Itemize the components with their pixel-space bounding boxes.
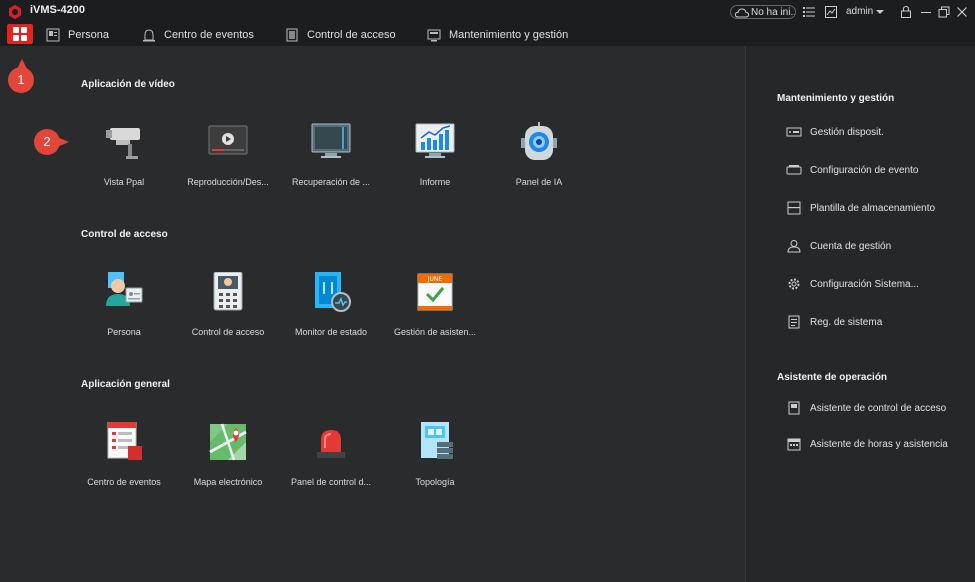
calendar-month-text: JUNE <box>427 276 443 283</box>
annotation-badge-1: 1 <box>8 59 34 93</box>
calendar-icon: JUNE <box>417 273 453 311</box>
cloud-status-text: No ha ini... <box>751 7 796 18</box>
tile-informe[interactable]: Informe <box>387 122 483 202</box>
annotation-pointer <box>57 137 69 147</box>
map-icon <box>209 423 247 461</box>
cloud-status[interactable]: No ha ini... <box>730 5 796 19</box>
tile-vista-ppal[interactable]: Vista Ppal <box>76 122 172 202</box>
account-icon <box>787 240 801 253</box>
restore-icon[interactable] <box>938 6 950 18</box>
monitor-icon <box>311 123 351 158</box>
report-icon <box>415 123 455 158</box>
tile-panel-ia[interactable]: Panel de IA <box>491 122 587 202</box>
playback-icon <box>208 125 248 155</box>
tab-label: Centro de eventos <box>164 29 254 41</box>
tile-label: Recuperación de ... <box>291 177 371 187</box>
annotation-badge-2: 2 <box>34 129 69 155</box>
event-list-icon <box>107 422 142 460</box>
list-icon[interactable] <box>803 6 815 18</box>
maint-title: Mantenimiento y gestión <box>777 93 895 104</box>
tile-label: Centro de eventos <box>87 477 161 487</box>
ai-robot-icon <box>521 122 557 160</box>
grid-icon <box>13 27 27 41</box>
event-config-icon <box>786 165 802 175</box>
lock-icon[interactable] <box>900 6 912 18</box>
log-icon <box>788 315 800 329</box>
device-icon <box>786 127 802 137</box>
tile-panel-control[interactable]: Panel de control d... <box>283 422 379 502</box>
alarm-icon <box>143 29 155 42</box>
chevron-down-icon[interactable] <box>876 10 884 14</box>
topology-icon <box>421 422 453 459</box>
app-logo-icon <box>9 5 21 19</box>
section-title-general: Aplicación general <box>81 379 170 390</box>
camera-icon <box>106 128 140 159</box>
tile-mapa[interactable]: Mapa electrónico <box>180 422 276 502</box>
title-bar: iVMS-4200 No ha ini... admin <box>0 0 975 24</box>
assist-title: Asistente de operación <box>777 372 888 383</box>
close-icon[interactable] <box>956 6 968 18</box>
user-menu[interactable]: admin <box>846 6 873 17</box>
cloud-icon <box>735 8 749 18</box>
tile-control-acceso[interactable]: Control de acceso <box>180 272 276 352</box>
tile-label: Informe <box>419 177 451 187</box>
section-title-access: Control de acceso <box>81 229 168 240</box>
maint-item-label: Cuenta de gestión <box>810 241 892 252</box>
gear-icon <box>788 278 800 290</box>
tile-persona[interactable]: Persona <box>76 272 172 352</box>
maint-item-label: Configuración de evento <box>810 165 919 176</box>
access-wizard-icon <box>788 401 800 415</box>
home-button[interactable] <box>7 24 33 44</box>
maint-item-label: Plantilla de almacenamiento <box>810 203 936 214</box>
assist-item-label: Asistente de control de acceso <box>810 403 947 414</box>
tab-control-acceso[interactable]: Control de acceso <box>285 27 405 43</box>
assist-item-label: Asistente de horas y asistencia <box>810 439 948 450</box>
tile-label: Panel de IA <box>515 177 563 187</box>
attendance-wizard-icon <box>787 438 801 451</box>
tab-mantenimiento[interactable]: Mantenimiento y gestión <box>427 27 587 43</box>
person-card-icon <box>46 28 60 42</box>
intercom-icon <box>213 272 243 311</box>
tile-gestion-asistencia[interactable]: JUNE Gestión de asisten... <box>387 272 483 352</box>
tile-label: Reproducción/Des... <box>187 177 269 187</box>
door-icon <box>286 28 298 42</box>
tab-label: Control de acceso <box>307 29 396 41</box>
tab-label: Persona <box>68 29 109 41</box>
tile-label: Vista Ppal <box>103 177 145 187</box>
minimize-icon[interactable] <box>920 6 932 18</box>
tile-label: Topología <box>415 477 455 487</box>
siren-icon <box>317 430 345 458</box>
maint-item-label: Configuración Sistema... <box>810 279 919 290</box>
person-icon <box>106 272 143 306</box>
tile-topologia[interactable]: Topología <box>387 422 483 502</box>
annotation-number: 1 <box>17 72 25 87</box>
maint-item-label: Reg. de sistema <box>810 317 883 328</box>
tile-label: Mapa electrónico <box>193 477 263 487</box>
section-title-video: Aplicación de vídeo <box>81 79 175 90</box>
storage-icon <box>787 201 801 215</box>
tile-label: Panel de control d... <box>290 477 372 487</box>
maint-item-label: Gestión disposit. <box>810 127 884 138</box>
tile-centro-eventos[interactable]: Centro de eventos <box>76 422 172 502</box>
tile-reproduccion[interactable]: Reproducción/Des... <box>180 122 276 202</box>
tile-recuperacion[interactable]: Recuperación de ... <box>283 122 379 202</box>
tab-centro-eventos[interactable]: Centro de eventos <box>142 27 262 43</box>
image-icon[interactable] <box>825 6 837 18</box>
tile-monitor-estado[interactable]: Monitor de estado <box>283 272 379 352</box>
tile-label: Persona <box>107 327 141 337</box>
tile-label: Gestión de asisten... <box>393 327 477 337</box>
maintenance-icon <box>427 29 441 42</box>
tab-persona[interactable]: Persona <box>46 27 116 43</box>
tile-label: Monitor de estado <box>294 327 368 337</box>
tile-label: Control de acceso <box>191 327 265 337</box>
tab-label: Mantenimiento y gestión <box>449 29 569 41</box>
door-monitor-icon <box>315 272 351 312</box>
annotation-pointer <box>17 59 27 69</box>
app-title: iVMS-4200 <box>30 4 86 16</box>
annotation-number: 2 <box>43 134 51 149</box>
